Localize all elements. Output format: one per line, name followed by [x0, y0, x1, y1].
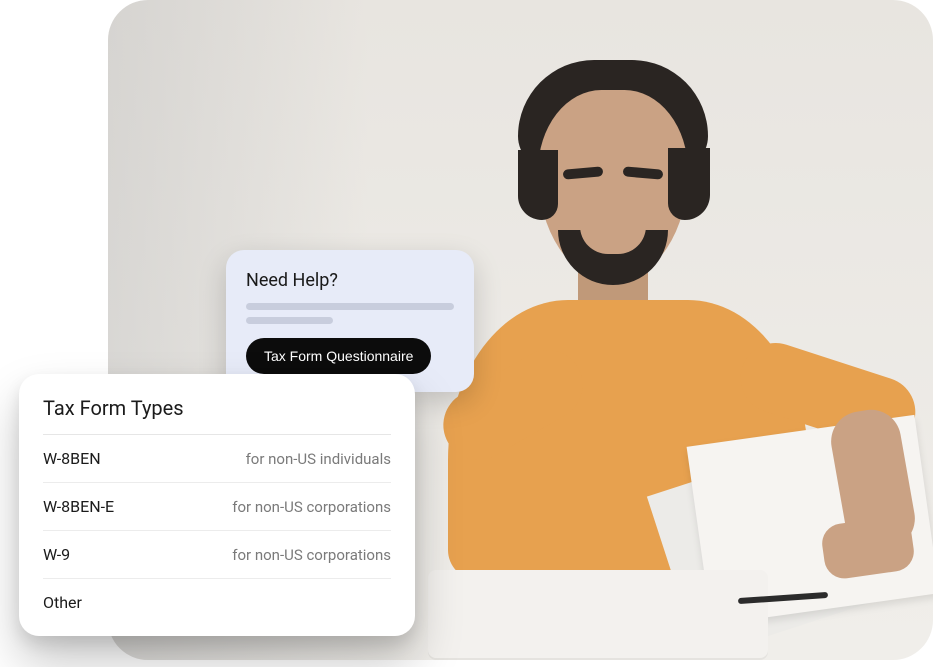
tax-form-code: W-9 — [43, 545, 70, 564]
tax-form-row[interactable]: W-8BEN-E for non-US corporations — [43, 483, 391, 531]
tax-form-desc: for non-US corporations — [232, 546, 391, 564]
tax-form-row[interactable]: Other — [43, 579, 391, 626]
tax-form-types-title: Tax Form Types — [43, 396, 391, 434]
tax-form-desc: for non-US individuals — [246, 450, 391, 468]
help-card-title: Need Help? — [246, 270, 454, 291]
tax-form-desc: for non-US corporations — [232, 498, 391, 516]
tax-form-code: Other — [43, 593, 82, 612]
help-card: Need Help? Tax Form Questionnaire — [226, 250, 474, 392]
placeholder-line — [246, 303, 454, 310]
tax-form-row[interactable]: W-9 for non-US corporations — [43, 531, 391, 579]
tax-form-types-card: Tax Form Types W-8BEN for non-US individ… — [19, 374, 415, 636]
placeholder-line — [246, 317, 333, 324]
tax-form-code: W-8BEN — [43, 449, 101, 468]
questionnaire-button[interactable]: Tax Form Questionnaire — [246, 338, 431, 374]
tax-form-code: W-8BEN-E — [43, 497, 114, 516]
tax-form-row[interactable]: W-8BEN for non-US individuals — [43, 435, 391, 483]
